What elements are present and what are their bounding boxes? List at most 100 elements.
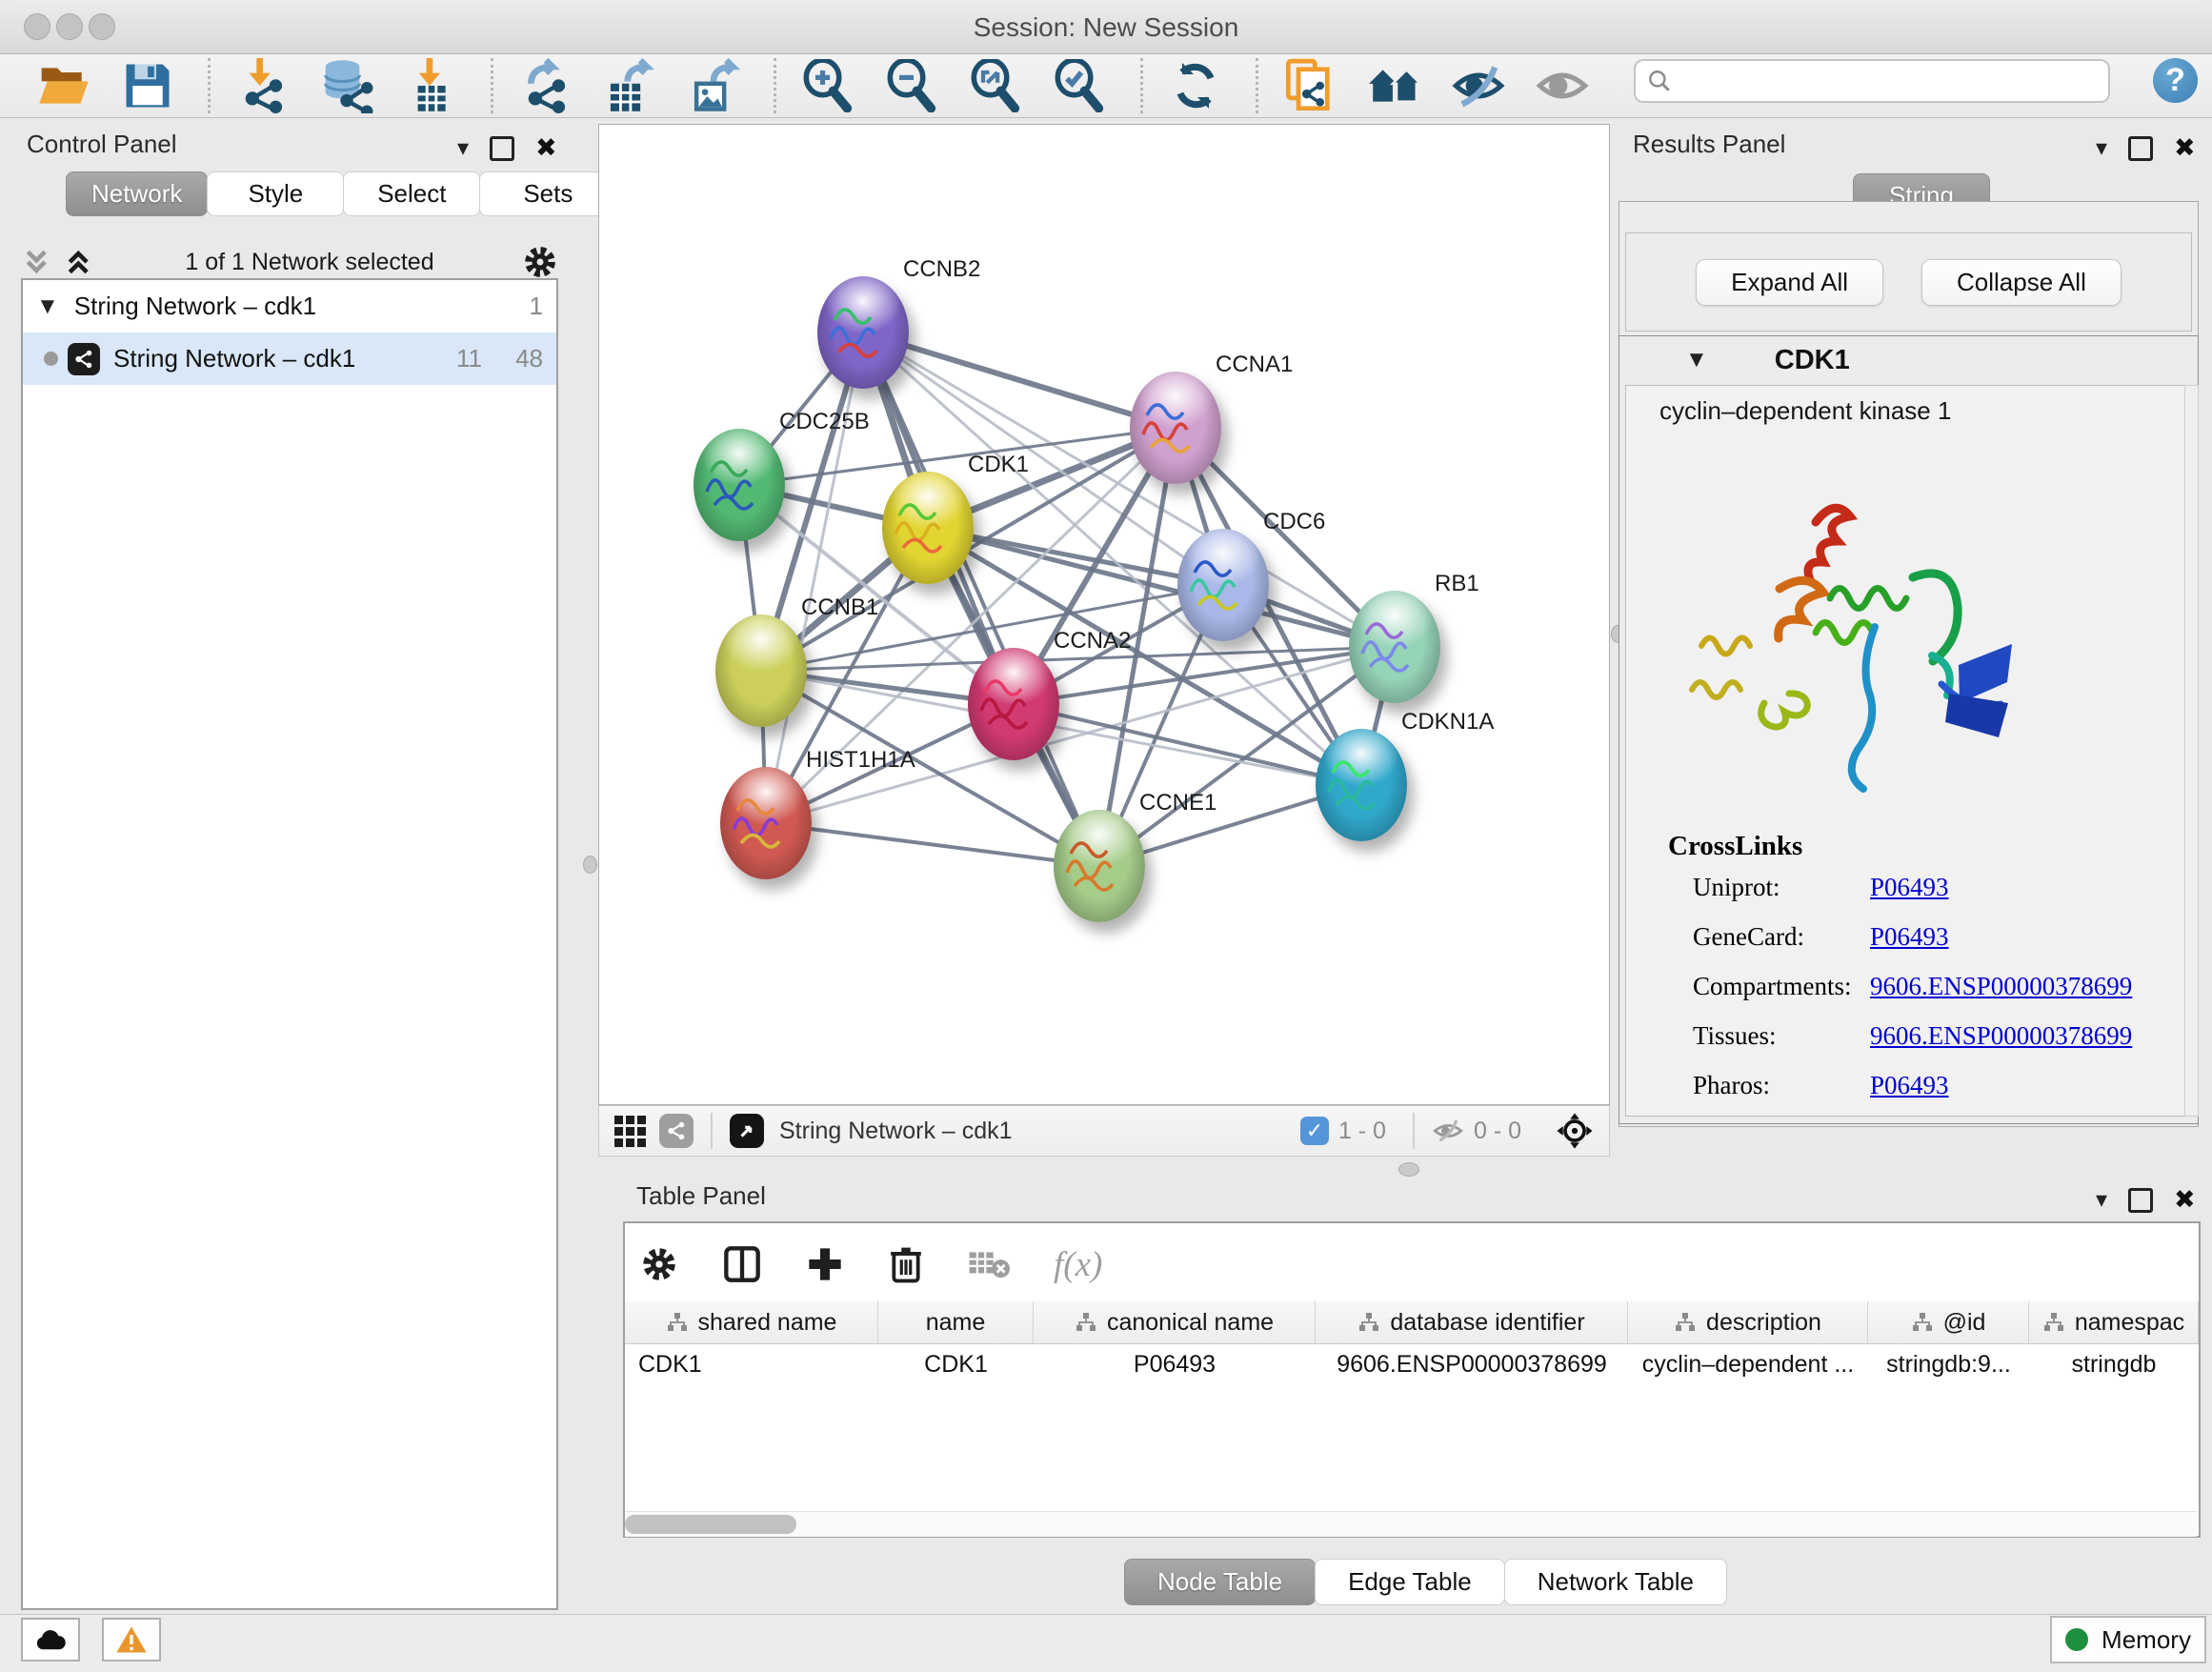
table-panel-menu-icon[interactable]: ▾ [2096, 1186, 2107, 1214]
collapse-all-button[interactable]: Collapse All [1921, 259, 2122, 306]
function-builder-icon[interactable]: f(x) [1054, 1244, 1102, 1285]
left-splitter-handle[interactable] [583, 856, 597, 874]
network-node-CDC25B[interactable] [694, 429, 785, 541]
node-result-description: cyclin–dependent kinase 1 [1659, 396, 1951, 426]
results-panel-close-icon[interactable]: ✖ [2174, 133, 2196, 163]
network-edge[interactable] [766, 823, 1099, 866]
split-columns-icon[interactable] [722, 1245, 762, 1283]
horizontal-splitter-handle[interactable] [1398, 1162, 1419, 1177]
network-node-CCNB2[interactable] [817, 276, 909, 389]
column-header-database-identifier[interactable]: database identifier [1316, 1301, 1628, 1343]
show-all-eye-icon[interactable] [1535, 58, 1590, 113]
import-network-database-icon[interactable] [319, 58, 374, 113]
network-node-CDC6[interactable] [1177, 529, 1269, 641]
export-image-icon[interactable] [686, 58, 741, 113]
help-button[interactable]: ? [2153, 58, 2198, 103]
crosslink-link-genecard[interactable]: P06493 [1870, 922, 1949, 952]
column-header-namespac[interactable]: namespac [2029, 1301, 2199, 1343]
crosslink-link-tissues[interactable]: 9606.ENSP00000378699 [1870, 1021, 2132, 1051]
expand-all-tree-icon[interactable] [63, 247, 97, 277]
network-node-CDK1[interactable] [882, 472, 974, 584]
warning-button[interactable] [102, 1618, 161, 1662]
save-session-icon[interactable] [120, 58, 175, 113]
crosslink-link-compartments[interactable]: 9606.ENSP00000378699 [1870, 972, 2132, 1001]
network-edge[interactable] [863, 332, 1176, 428]
network-node-HIST1H1A[interactable] [720, 767, 812, 879]
network-node-CCNA1[interactable] [1130, 372, 1221, 484]
network-name: String Network – cdk1 [113, 344, 421, 373]
zoom-selected-icon[interactable] [1053, 58, 1108, 113]
column-header-canonical-name[interactable]: canonical name [1034, 1301, 1316, 1343]
results-panel-float-icon[interactable] [2128, 136, 2153, 161]
export-table-icon[interactable] [602, 58, 657, 113]
network-node-RB1[interactable] [1349, 591, 1440, 703]
node-result-header[interactable]: ▼ CDK1 [1619, 339, 2199, 381]
network-edge[interactable] [766, 647, 1395, 823]
table-panel-float-icon[interactable] [2128, 1188, 2153, 1213]
column-header-description[interactable]: description [1628, 1301, 1868, 1343]
control-tab-select[interactable]: Select [343, 171, 480, 216]
column-header-shared-name[interactable]: shared name [625, 1301, 878, 1343]
zoom-in-icon[interactable] [801, 58, 856, 113]
memory-button[interactable]: Memory [2050, 1616, 2206, 1663]
node-result-expander-icon[interactable]: ▼ [1685, 347, 1708, 373]
table-row[interactable]: CDK1CDK1P064939606.ENSP00000378699cyclin… [625, 1343, 2199, 1385]
hide-selected-eye-slash-icon[interactable] [1451, 58, 1506, 113]
table-tab-edge-table[interactable]: Edge Table [1315, 1559, 1505, 1605]
table-settings-gear-icon[interactable] [640, 1245, 678, 1283]
import-table-file-icon[interactable] [403, 58, 458, 113]
network-row[interactable]: String Network – cdk1 11 48 [23, 332, 556, 385]
birds-eye-view-icon[interactable] [730, 1114, 764, 1148]
network-edge[interactable] [928, 528, 1395, 647]
table-tab-network-table[interactable]: Network Table [1504, 1559, 1727, 1605]
network-canvas[interactable]: CCNB2CCNA1CDC25BCDK1CDC6RB1CCNB1CCNA2CDK… [598, 124, 1610, 1105]
control-panel-menu-icon[interactable]: ▾ [457, 134, 469, 162]
control-tab-sets[interactable]: Sets [479, 171, 616, 216]
delete-table-icon[interactable] [968, 1247, 1010, 1281]
column-header-name[interactable]: name [878, 1301, 1034, 1343]
network-edge[interactable] [1014, 704, 1361, 785]
cloud-button[interactable] [21, 1618, 80, 1662]
refresh-icon[interactable] [1168, 58, 1223, 113]
home-icon[interactable] [1367, 58, 1422, 113]
add-column-plus-icon[interactable] [806, 1245, 844, 1283]
open-session-icon[interactable] [36, 58, 91, 113]
toolbar-search[interactable] [1634, 59, 2110, 103]
table-horizontal-scrollbar[interactable] [625, 1511, 2197, 1537]
import-network-file-icon[interactable] [235, 58, 291, 113]
results-scrollbar[interactable] [2184, 385, 2199, 1117]
cloud-icon [33, 1627, 68, 1652]
control-panel-float-icon[interactable] [490, 136, 514, 161]
zoom-out-icon[interactable] [885, 58, 940, 113]
table-tab-node-table[interactable]: Node Table [1124, 1559, 1316, 1605]
selected-count-checkbox-icon[interactable]: ✓ [1300, 1117, 1329, 1145]
column-header-@id[interactable]: @id [1868, 1301, 2029, 1343]
fit-content-crosshair-icon[interactable] [1556, 1112, 1594, 1150]
grid-view-icon[interactable] [614, 1116, 646, 1147]
network-node-CCNB1[interactable] [715, 614, 807, 727]
expand-all-button[interactable]: Expand All [1696, 259, 1883, 306]
network-node-CCNA2[interactable] [968, 648, 1059, 760]
search-input[interactable] [1681, 67, 2097, 95]
network-snapshot-icon[interactable] [1283, 58, 1338, 113]
hidden-count-eye-slash-icon[interactable] [1432, 1117, 1464, 1145]
network-collection-row[interactable]: ▼ String Network – cdk1 1 [23, 280, 556, 332]
control-tab-style[interactable]: Style [207, 171, 344, 216]
crosslink-link-pharos[interactable]: P06493 [1870, 1071, 1949, 1100]
network-node-CCNE1[interactable] [1054, 810, 1145, 922]
collection-expander-icon[interactable]: ▼ [36, 293, 59, 320]
crosslink-label: Tissues: [1693, 1021, 1870, 1051]
table-scrollbar-thumb[interactable] [625, 1515, 796, 1534]
network-options-gear-icon[interactable] [522, 244, 558, 280]
export-network-icon[interactable] [518, 58, 573, 113]
zoom-fit-icon[interactable] [969, 58, 1024, 113]
delete-column-trash-icon[interactable] [888, 1244, 924, 1284]
control-tab-network[interactable]: Network [66, 171, 208, 216]
network-node-CDKN1A[interactable] [1316, 729, 1407, 841]
results-panel-menu-icon[interactable]: ▾ [2096, 134, 2107, 162]
collapse-all-tree-icon[interactable] [21, 247, 55, 277]
control-panel-close-icon[interactable]: ✖ [535, 133, 557, 163]
table-panel-close-icon[interactable]: ✖ [2174, 1185, 2196, 1215]
network-view-share-icon[interactable] [659, 1114, 694, 1148]
crosslink-link-uniprot[interactable]: P06493 [1870, 873, 1949, 902]
